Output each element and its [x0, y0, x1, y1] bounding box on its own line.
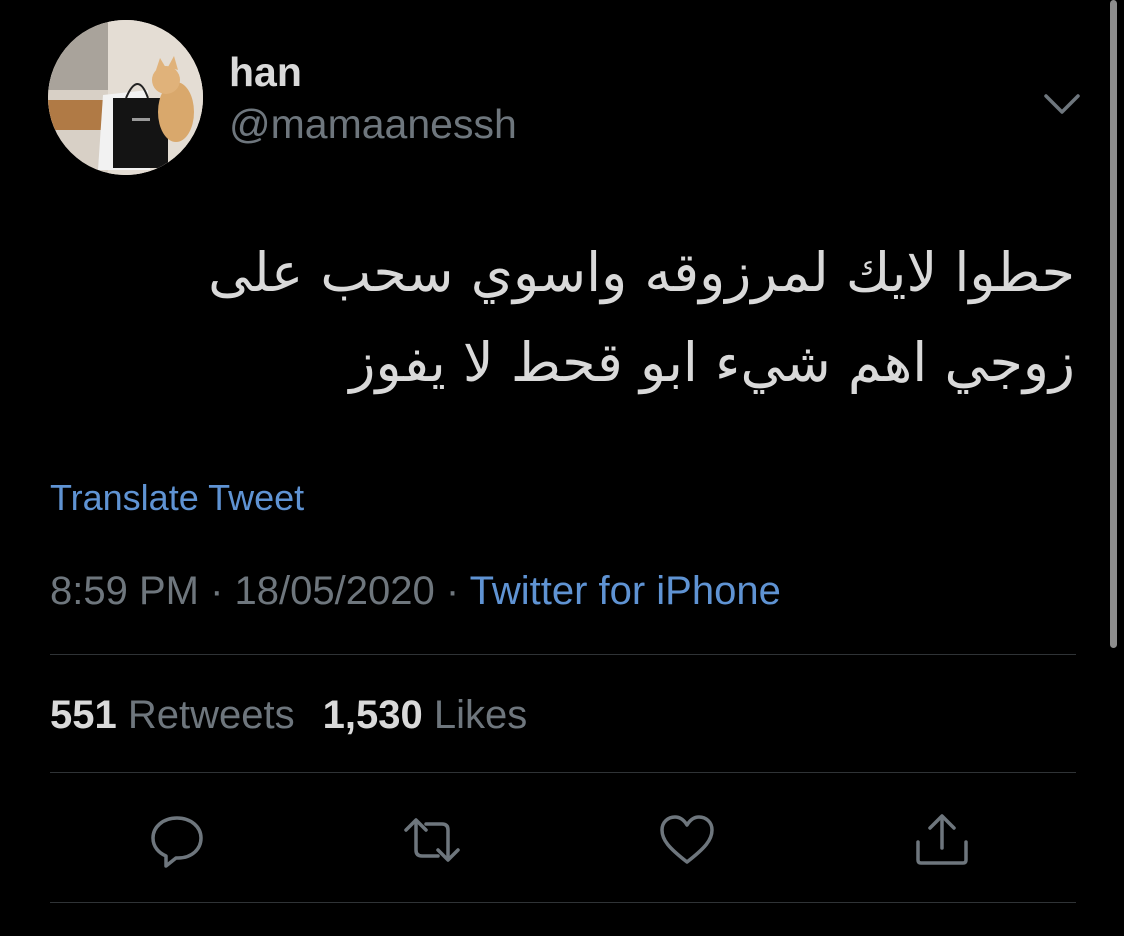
like-icon[interactable] [657, 810, 717, 870]
tweet-source-link[interactable]: Twitter for iPhone [470, 569, 781, 613]
tweet-date: 18/05/2020 [234, 569, 435, 613]
retweet-icon[interactable] [402, 810, 462, 870]
tweet-metadata: 8:59 PM · 18/05/2020 · Twitter for iPhon… [50, 566, 781, 616]
retweets-label: Retweets [127, 693, 295, 737]
tweet-text-line: حطوا لايك لمرزوقه واسوي سحب على [208, 241, 1075, 304]
avatar[interactable] [48, 20, 203, 175]
separator: · [210, 569, 224, 613]
user-handle[interactable]: @mamaanessh [229, 98, 517, 150]
tweet-text: حطوا لايك لمرزوقه واسوي سحب على زوجي اهم… [120, 228, 1075, 408]
likes-count: 1,530 [322, 693, 423, 737]
likes-label: Likes [433, 693, 528, 737]
display-name[interactable]: han [229, 46, 302, 98]
divider [50, 772, 1076, 773]
retweets-count: 551 [50, 693, 117, 737]
tweet-stats: 551 Retweets 1,530 Likes [50, 690, 527, 740]
reply-icon[interactable] [147, 810, 207, 870]
tweet-text-line: زوجي اهم شيء ابو قحط لا يفوز [349, 331, 1075, 394]
likes-stat[interactable]: 1,530 Likes [323, 693, 528, 737]
divider [50, 902, 1076, 903]
chevron-down-icon[interactable] [1040, 82, 1084, 126]
tweet-time: 8:59 PM [50, 569, 199, 613]
share-icon[interactable] [912, 810, 972, 870]
avatar-photo [48, 20, 203, 175]
divider [50, 654, 1076, 655]
translate-tweet-link[interactable]: Translate Tweet [50, 476, 304, 520]
separator: · [445, 569, 460, 613]
retweets-stat[interactable]: 551 Retweets [50, 693, 295, 737]
scrollbar[interactable] [1110, 0, 1117, 648]
